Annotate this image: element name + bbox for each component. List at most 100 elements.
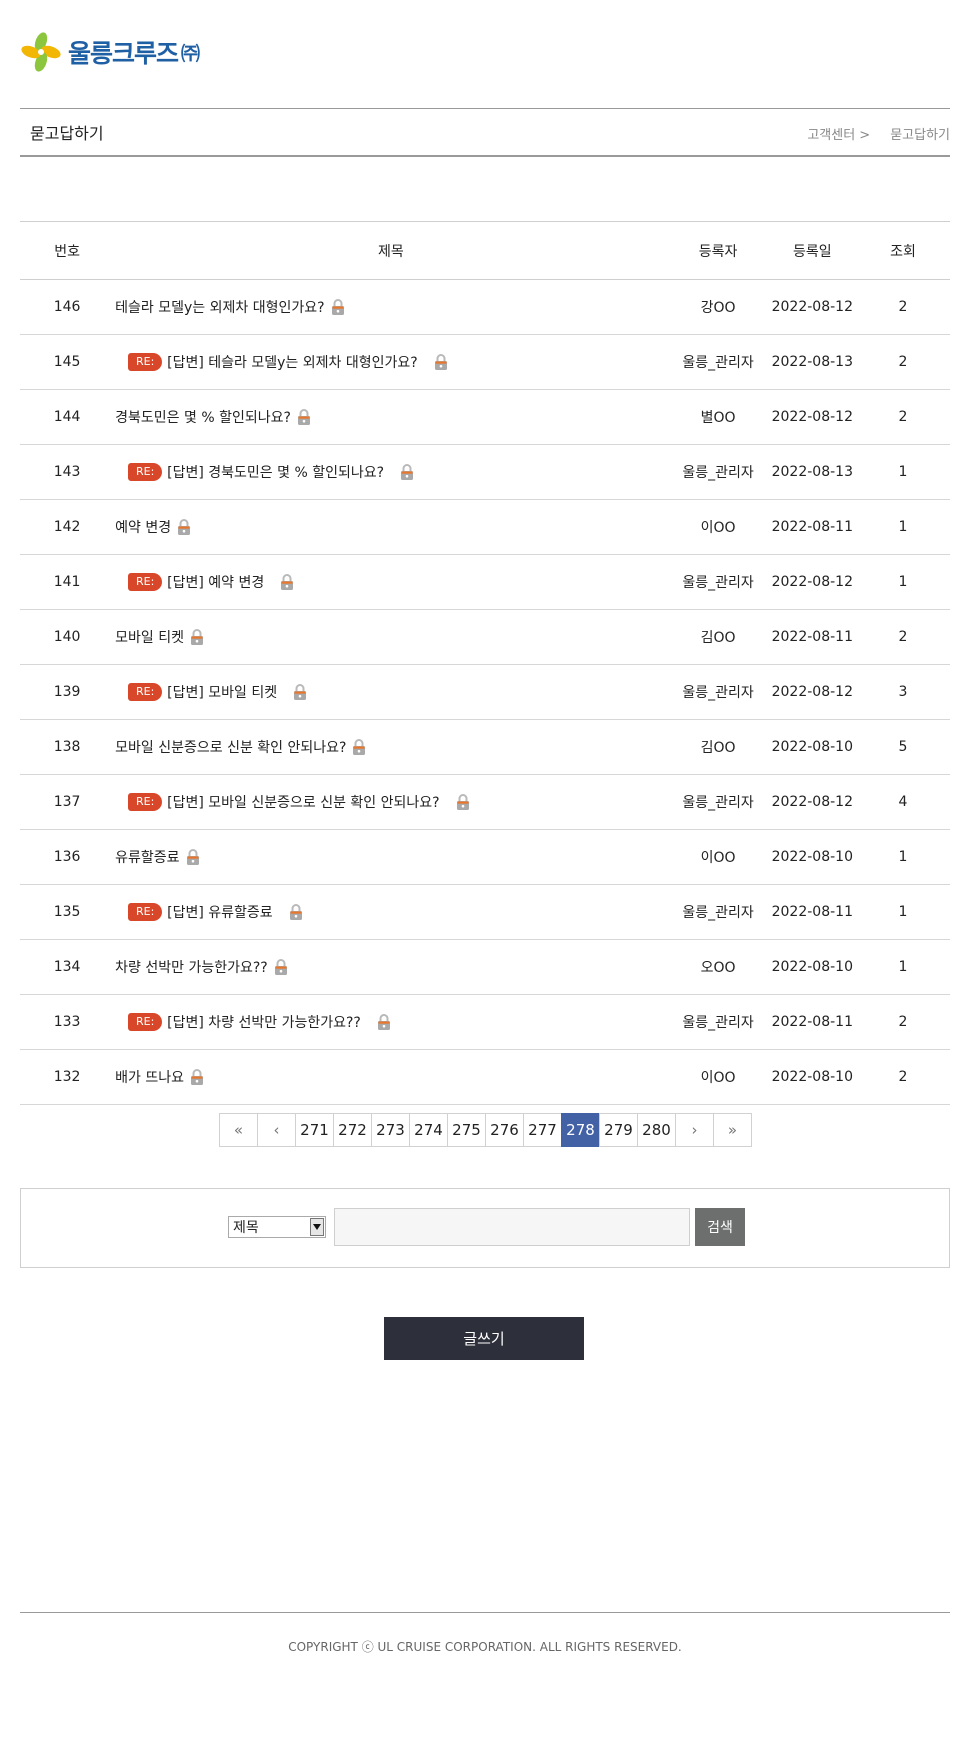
prev-page-button[interactable]: ‹ — [257, 1113, 296, 1147]
page-button-280[interactable]: 280 — [637, 1113, 676, 1147]
row-date: 2022-08-10 — [768, 939, 856, 995]
row-date: 2022-08-12 — [768, 554, 856, 610]
row-subject-cell[interactable]: RE: [답변] 경북도민은 몇 % 할인되나요? — [114, 444, 668, 500]
column-header-number: 번호 — [20, 221, 115, 280]
row-subject-cell[interactable]: RE: [답변] 차량 선박만 가능한가요?? — [114, 994, 668, 1050]
row-subject-cell[interactable]: 모바일 신분증으로 신분 확인 안되나요? — [114, 719, 668, 775]
table-row[interactable]: 136 유류할증료 이OO 2022-08-10 1 — [20, 829, 950, 885]
row-subject-cell[interactable]: RE: [답변] 예약 변경 — [114, 554, 668, 610]
row-date: 2022-08-11 — [768, 609, 856, 665]
table-row[interactable]: 138 모바일 신분증으로 신분 확인 안되나요? 김OO 2022-08-10 5 — [20, 719, 950, 775]
table-row[interactable]: 142 예약 변경 이OO 2022-08-11 1 — [20, 499, 950, 555]
row-subject-cell[interactable]: 모바일 티켓 — [114, 609, 668, 665]
table-row[interactable]: 134 차량 선박만 가능한가요?? 오OO 2022-08-10 1 — [20, 939, 950, 995]
row-subject-cell[interactable]: RE: [답변] 모바일 티켓 — [114, 664, 668, 720]
qna-table: 번호 제목 등록자 등록일 조회 146 테슬라 모델y는 외제차 대형인가요? 강… — [20, 221, 950, 1105]
row-number: 141 — [20, 554, 115, 610]
row-views: 5 — [856, 719, 950, 775]
row-date: 2022-08-10 — [768, 719, 856, 775]
row-date: 2022-08-12 — [768, 389, 856, 445]
page-button-276[interactable]: 276 — [485, 1113, 524, 1147]
table-row[interactable]: 135 RE: [답변] 유류할증료 울릉_관리자 2022-08-11 1 — [20, 884, 950, 940]
row-subject-cell[interactable]: RE: [답변] 유류할증료 — [114, 884, 668, 940]
row-number: 132 — [20, 1049, 115, 1105]
lock-icon — [190, 1069, 204, 1085]
table-row[interactable]: 133 RE: [답변] 차량 선박만 가능한가요?? 울릉_관리자 2022-08-1… — [20, 994, 950, 1050]
row-subject-link[interactable]: [답변] 유류할증료 — [167, 905, 273, 921]
row-subject-link[interactable]: 유류할증료 — [115, 850, 179, 866]
row-subject-link[interactable]: 테슬라 모델y는 외제차 대형인가요? — [115, 300, 324, 316]
table-row[interactable]: 144 경북도민은 몇 % 할인되나요? 별OO 2022-08-12 2 — [20, 389, 950, 445]
row-writer: 김OO — [667, 609, 769, 665]
table-row[interactable]: 132 배가 뜨나요 이OO 2022-08-10 2 — [20, 1049, 950, 1105]
lock-icon — [377, 1014, 391, 1030]
row-subject-link[interactable]: 배가 뜨나요 — [115, 1070, 184, 1086]
table-row[interactable]: 140 모바일 티켓 김OO 2022-08-11 2 — [20, 609, 950, 665]
breadcrumb-item-qna[interactable]: 묻고답하기 — [890, 124, 950, 143]
page-button-277[interactable]: 277 — [523, 1113, 562, 1147]
row-number: 139 — [20, 664, 115, 720]
row-subject-link[interactable]: [답변] 경북도민은 몇 % 할인되나요? — [167, 465, 384, 481]
row-subject-link[interactable]: 경북도민은 몇 % 할인되나요? — [115, 410, 291, 426]
page-button-279[interactable]: 279 — [599, 1113, 638, 1147]
breadcrumb-item-customer-center[interactable]: 고객센터 > — [807, 124, 870, 143]
page-button-273[interactable]: 273 — [371, 1113, 410, 1147]
row-subject-link[interactable]: [답변] 차량 선박만 가능한가요?? — [167, 1015, 361, 1031]
row-writer: 이OO — [667, 1049, 769, 1105]
row-views: 2 — [856, 389, 950, 445]
column-header-subject: 제목 — [114, 221, 668, 280]
row-writer: 울릉_관리자 — [667, 774, 769, 830]
dropdown-arrow-icon[interactable] — [310, 1218, 324, 1236]
row-views: 1 — [856, 444, 950, 500]
page-button-274[interactable]: 274 — [409, 1113, 448, 1147]
row-subject-link[interactable]: [답변] 테슬라 모델y는 외제차 대형인가요? — [167, 355, 418, 371]
row-subject-link[interactable]: 예약 변경 — [115, 520, 171, 536]
table-row[interactable]: 141 RE: [답변] 예약 변경 울릉_관리자 2022-08-12 1 — [20, 554, 950, 610]
search-button[interactable]: 검색 — [695, 1208, 745, 1246]
row-subject-link[interactable]: [답변] 예약 변경 — [167, 575, 264, 591]
row-subject-cell[interactable]: 차량 선박만 가능한가요?? — [114, 939, 668, 995]
reply-badge: RE: — [128, 573, 163, 591]
row-subject-cell[interactable]: RE: [답변] 테슬라 모델y는 외제차 대형인가요? — [114, 334, 668, 390]
first-page-button[interactable]: « — [219, 1113, 258, 1147]
column-header-date: 등록일 — [768, 221, 856, 280]
page-button-278[interactable]: 278 — [561, 1113, 600, 1147]
table-row[interactable]: 139 RE: [답변] 모바일 티켓 울릉_관리자 2022-08-12 3 — [20, 664, 950, 720]
search-field-select[interactable]: 제목 — [228, 1216, 326, 1238]
site-logo[interactable]: 울릉크루즈 ㈜ — [20, 30, 200, 74]
row-subject-cell[interactable]: 유류할증료 — [114, 829, 668, 885]
lock-icon — [280, 574, 294, 590]
page-button-272[interactable]: 272 — [333, 1113, 372, 1147]
table-row[interactable]: 143 RE: [답변] 경북도민은 몇 % 할인되나요? 울릉_관리자 2022-08… — [20, 444, 950, 500]
page-button-271[interactable]: 271 — [295, 1113, 334, 1147]
table-row[interactable]: 145 RE: [답변] 테슬라 모델y는 외제차 대형인가요? 울릉_관리자 2022… — [20, 334, 950, 390]
row-writer: 이OO — [667, 829, 769, 885]
row-date: 2022-08-11 — [768, 994, 856, 1050]
row-subject-cell[interactable]: 테슬라 모델y는 외제차 대형인가요? — [114, 279, 668, 335]
row-number: 143 — [20, 444, 115, 500]
row-date: 2022-08-11 — [768, 499, 856, 555]
row-subject-cell[interactable]: RE: [답변] 모바일 신분증으로 신분 확인 안되나요? — [114, 774, 668, 830]
lock-icon — [352, 739, 366, 755]
row-date: 2022-08-12 — [768, 664, 856, 720]
write-post-button[interactable]: 글쓰기 — [384, 1317, 584, 1360]
row-subject-link[interactable]: 모바일 티켓 — [115, 630, 184, 646]
row-subject-cell[interactable]: 예약 변경 — [114, 499, 668, 555]
next-page-button[interactable]: › — [675, 1113, 714, 1147]
row-subject-cell[interactable]: 경북도민은 몇 % 할인되나요? — [114, 389, 668, 445]
table-row[interactable]: 146 테슬라 모델y는 외제차 대형인가요? 강OO 2022-08-12 2 — [20, 279, 950, 335]
row-subject-link[interactable]: 차량 선박만 가능한가요?? — [115, 960, 268, 976]
last-page-button[interactable]: » — [713, 1113, 752, 1147]
pagination: « ‹ 271 272 273 274 275 276 277 278 279 280 › » — [219, 1113, 752, 1147]
search-input[interactable] — [334, 1208, 690, 1246]
row-writer: 별OO — [667, 389, 769, 445]
page-button-275[interactable]: 275 — [447, 1113, 486, 1147]
row-subject-link[interactable]: [답변] 모바일 티켓 — [167, 685, 277, 701]
row-subject-link[interactable]: [답변] 모바일 신분증으로 신분 확인 안되나요? — [167, 795, 439, 811]
row-subject-cell[interactable]: 배가 뜨나요 — [114, 1049, 668, 1105]
row-number: 137 — [20, 774, 115, 830]
row-subject-link[interactable]: 모바일 신분증으로 신분 확인 안되나요? — [115, 740, 346, 756]
lock-icon — [297, 409, 311, 425]
row-views: 2 — [856, 1049, 950, 1105]
table-row[interactable]: 137 RE: [답변] 모바일 신분증으로 신분 확인 안되나요? 울릉_관리자 20… — [20, 774, 950, 830]
